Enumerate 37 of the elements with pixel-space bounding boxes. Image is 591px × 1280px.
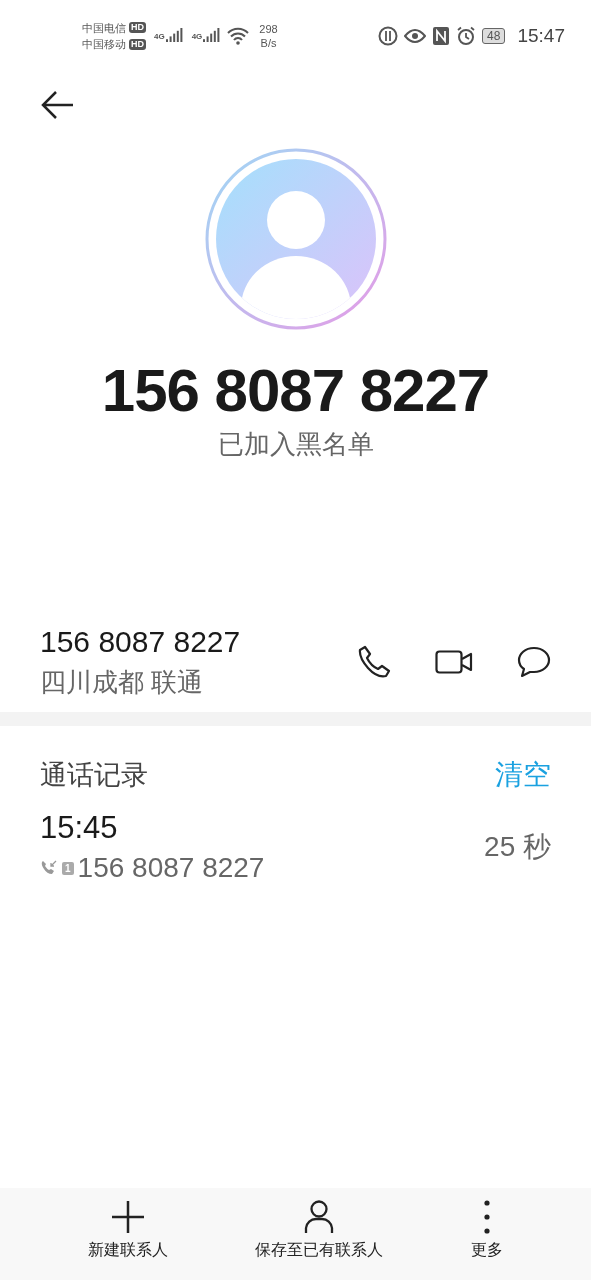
network-label: 4G xyxy=(191,32,203,41)
call-number: 156 8087 8227 xyxy=(77,852,265,884)
video-camera-icon[interactable] xyxy=(435,650,473,674)
call-time: 15:45 xyxy=(40,810,119,846)
message-icon[interactable] xyxy=(517,646,551,678)
network-label: 4G xyxy=(154,32,165,41)
wifi-icon xyxy=(227,27,250,45)
speed-value: 298 xyxy=(259,21,278,36)
blacklist-status: 已加入黑名单 xyxy=(217,428,374,461)
phone-number: 156 8087 8227 xyxy=(40,624,242,659)
speed-unit: B/s xyxy=(260,36,277,51)
call-log-title: 通话记录 xyxy=(40,759,148,792)
alarm-icon xyxy=(456,26,477,46)
incoming-call-icon xyxy=(40,859,58,877)
sim-badge: 1 xyxy=(62,861,74,875)
plus-icon xyxy=(110,1200,145,1234)
phone-icon[interactable] xyxy=(357,645,391,679)
person-icon xyxy=(304,1200,335,1234)
battery-level: 48 xyxy=(482,28,506,44)
number-location: 四川成都 联通 xyxy=(40,665,205,699)
data-saver-icon xyxy=(378,26,399,46)
signal-icon xyxy=(203,28,222,44)
action-button[interactable]: 保存至已有联系人 xyxy=(255,1188,384,1280)
clock-time: 15:47 xyxy=(517,25,565,47)
hd-badge: HD xyxy=(129,22,146,34)
action-button[interactable]: 新建联系人 xyxy=(87,1188,168,1280)
phone-number-title: 156 8087 8227 xyxy=(101,356,490,425)
carrier-name: 中国移动 xyxy=(82,37,126,52)
action-button[interactable]: 更多 xyxy=(471,1188,504,1280)
nfc-icon xyxy=(432,26,451,46)
carrier-name: 中国电信 xyxy=(82,20,126,35)
signal-icon xyxy=(165,28,184,44)
call-duration: 25 秒 xyxy=(484,830,551,864)
hd-badge: HD xyxy=(129,38,146,50)
more-icon xyxy=(484,1200,491,1234)
back-arrow-icon[interactable] xyxy=(40,90,74,120)
eye-icon xyxy=(404,28,427,44)
